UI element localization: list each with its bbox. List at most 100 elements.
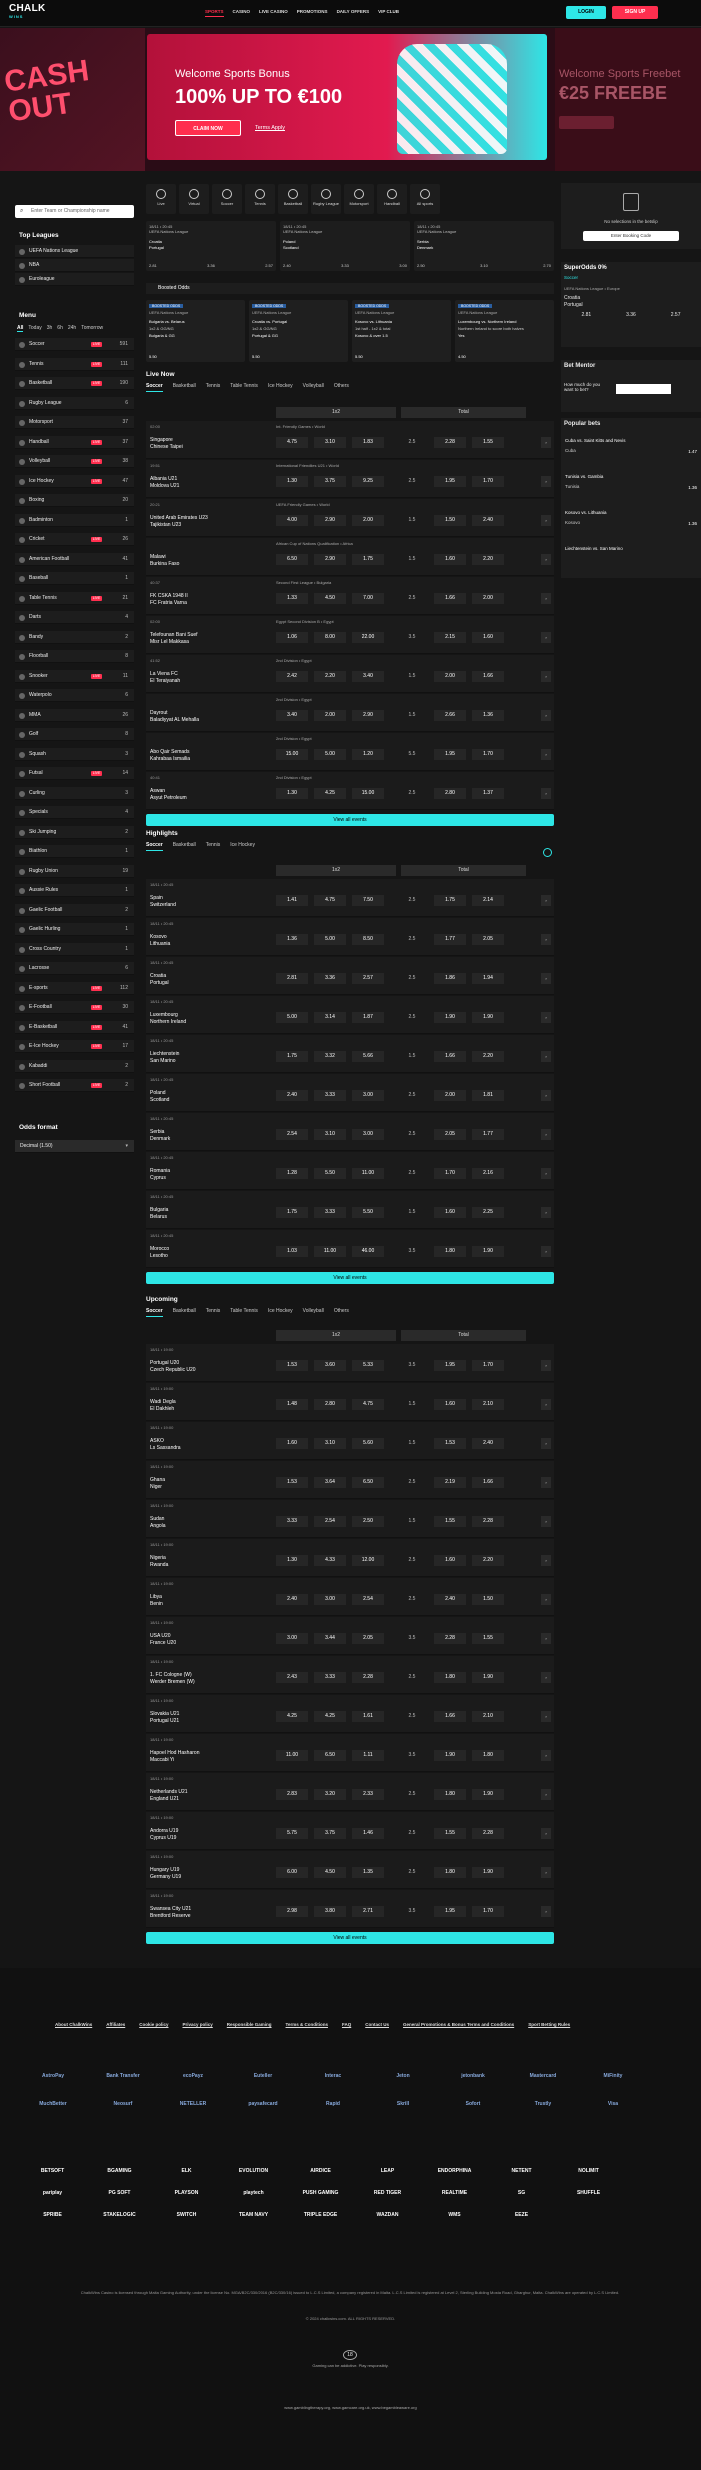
more-markets-button[interactable]: › bbox=[541, 1593, 551, 1605]
odd-button[interactable]: 3.80 bbox=[314, 1905, 346, 1917]
more-markets-button[interactable]: › bbox=[541, 972, 551, 984]
odd-button[interactable]: 1.55 bbox=[434, 1827, 466, 1839]
odd-button[interactable]: 2.40 bbox=[472, 514, 504, 526]
sport-link[interactable]: Basketball bbox=[278, 184, 308, 214]
odd-button[interactable]: 5.00 bbox=[314, 933, 346, 945]
odd-button[interactable]: 4.00 bbox=[276, 514, 308, 526]
terms-apply-link[interactable]: Terms Apply bbox=[255, 120, 285, 136]
odd-button[interactable]: 2.15 bbox=[434, 631, 466, 643]
odd-button[interactable]: 2.20 bbox=[472, 553, 504, 565]
event-row[interactable]: 19:51 International Friendlies U21 • Worl… bbox=[146, 460, 554, 498]
odd-button[interactable]: 3.10 bbox=[314, 436, 346, 448]
event-row[interactable]: 20:21 UEFA Friendly Games • World United A… bbox=[146, 499, 554, 537]
featured-match-card[interactable]: 18/11 • 20:45 UEFA Nations League Croatia P… bbox=[146, 221, 276, 271]
odd-button[interactable]: 1.90 bbox=[472, 1245, 504, 1257]
odd-button[interactable]: 1.61 bbox=[352, 1710, 384, 1722]
odd-button[interactable]: 4.33 bbox=[314, 1554, 346, 1566]
boosted-odd[interactable]: 5.50 bbox=[355, 354, 363, 359]
footer-link[interactable]: FAQ bbox=[342, 2022, 351, 2027]
search-input[interactable]: ⌕ Enter Team or Championship name bbox=[15, 205, 134, 218]
odd-button[interactable]: 8.00 bbox=[314, 631, 346, 643]
sidebar-item[interactable]: Specials 4 bbox=[15, 806, 134, 819]
odd-button[interactable]: 5.66 bbox=[352, 1050, 384, 1062]
featured-match-card[interactable]: 18/11 • 20:45 UEFA Nations League Poland Sc… bbox=[280, 221, 410, 271]
market-select-1x2[interactable]: 1x2 bbox=[276, 1330, 396, 1341]
odd-button[interactable]: 2.20 bbox=[314, 670, 346, 682]
odd-button[interactable]: 1.66 bbox=[434, 592, 466, 604]
superodds-odd[interactable]: 3.36 bbox=[626, 312, 636, 318]
odd-button[interactable]: 3.75 bbox=[314, 1827, 346, 1839]
more-markets-button[interactable]: › bbox=[541, 1206, 551, 1218]
more-markets-button[interactable]: › bbox=[541, 514, 551, 526]
odd-button[interactable]: 3.33 bbox=[314, 1206, 346, 1218]
more-markets-button[interactable]: › bbox=[541, 894, 551, 906]
odd-button[interactable]: 2.05 bbox=[434, 1128, 466, 1140]
odd-button[interactable]: 1.66 bbox=[434, 1710, 466, 1722]
odd-button[interactable]: 3.64 bbox=[314, 1476, 346, 1488]
odd-button[interactable]: 2.16 bbox=[472, 1167, 504, 1179]
view-all-events-button[interactable]: View all events bbox=[146, 1272, 554, 1284]
odd-button[interactable]: 5.00 bbox=[276, 1011, 308, 1023]
odd-button[interactable]: 2.80 bbox=[314, 1398, 346, 1410]
chalkwins-logo[interactable]: CHALK WINS bbox=[9, 4, 46, 21]
tab-volleyball[interactable]: Volleyball bbox=[303, 1308, 324, 1317]
odd-button[interactable]: 3.10 bbox=[314, 1128, 346, 1140]
odd-button[interactable]: 1.66 bbox=[472, 670, 504, 682]
more-markets-button[interactable]: › bbox=[541, 1398, 551, 1410]
odd-button[interactable]: 1.90 bbox=[434, 1749, 466, 1761]
more-markets-button[interactable]: › bbox=[541, 1749, 551, 1761]
sidebar-item[interactable]: Boxing 20 bbox=[15, 494, 134, 507]
odd-button[interactable]: 3.00 bbox=[276, 1632, 308, 1644]
filter-tomorrow[interactable]: Tomorrow bbox=[81, 325, 103, 332]
tab-tennis[interactable]: Tennis bbox=[206, 842, 220, 851]
odd-button[interactable]: 2.80 bbox=[434, 787, 466, 799]
odd-button[interactable]: 1.70 bbox=[472, 748, 504, 760]
sidebar-item[interactable]: MMA 26 bbox=[15, 708, 134, 722]
odd-button[interactable]: 2.57 bbox=[265, 263, 273, 268]
popular-bet-item[interactable]: Tunisia vs. Gambia Tunisia 1.36 bbox=[565, 474, 697, 490]
event-row[interactable]: 18/11 • 20:45 Poland Scotland 2.40 3.33 3.00 2… bbox=[146, 1074, 554, 1112]
odd-button[interactable]: 2.70 bbox=[543, 263, 551, 268]
odd-button[interactable]: 2.28 bbox=[434, 1632, 466, 1644]
login-button[interactable]: LOGIN bbox=[566, 6, 606, 19]
odd-button[interactable]: 2.50 bbox=[417, 263, 425, 268]
odd-button[interactable]: 1.41 bbox=[276, 894, 308, 906]
event-row[interactable]: 18/11 • 20:45 Morocco Lesotho 1.03 11.00 46.0… bbox=[146, 1230, 554, 1268]
tab-basketball[interactable]: Basketball bbox=[173, 842, 196, 851]
sidebar-item[interactable]: Ski Jumping 2 bbox=[15, 825, 134, 839]
odd-button[interactable]: 3.36 bbox=[314, 972, 346, 984]
odd-button[interactable]: 3.32 bbox=[314, 1050, 346, 1062]
market-select-total[interactable]: Total bbox=[401, 407, 526, 418]
odd-button[interactable]: 3.40 bbox=[352, 670, 384, 682]
odd-button[interactable]: 3.10 bbox=[314, 1437, 346, 1449]
sidebar-item[interactable]: E-Ice Hockey LIVE 17 bbox=[15, 1040, 134, 1053]
odd-button[interactable]: 1.55 bbox=[472, 1632, 504, 1644]
tab-others[interactable]: Others bbox=[334, 1308, 349, 1317]
sport-link[interactable]: Rugby League bbox=[311, 184, 341, 214]
sidebar-item[interactable]: Rugby League 6 bbox=[15, 396, 134, 410]
odd-button[interactable]: 4.25 bbox=[314, 1710, 346, 1722]
odd-button[interactable]: 1.94 bbox=[472, 972, 504, 984]
odd-button[interactable]: 1.30 bbox=[276, 787, 308, 799]
more-markets-button[interactable]: › bbox=[541, 553, 551, 565]
odd-button[interactable]: 1.80 bbox=[472, 1749, 504, 1761]
tab-others[interactable]: Others bbox=[334, 383, 349, 392]
odd-button[interactable]: 1.70 bbox=[472, 475, 504, 487]
odd-button[interactable]: 1.80 bbox=[434, 1671, 466, 1683]
event-row[interactable]: African Cup of Nations Qualification • A… bbox=[146, 538, 554, 576]
odd-button[interactable]: 1.50 bbox=[434, 514, 466, 526]
odd-button[interactable]: 1.77 bbox=[472, 1128, 504, 1140]
odd-button[interactable]: 3.60 bbox=[314, 1359, 346, 1371]
odd-button[interactable]: 2.40 bbox=[276, 1089, 308, 1101]
more-markets-button[interactable]: › bbox=[541, 1011, 551, 1023]
sidebar-item[interactable]: Golf 8 bbox=[15, 728, 134, 741]
event-row[interactable]: 18/11 • 20:45 Spain Switzerland 1.41 4.75 7.5… bbox=[146, 879, 554, 917]
sport-link[interactable]: All sports bbox=[410, 184, 440, 214]
odd-button[interactable]: 1.86 bbox=[434, 972, 466, 984]
event-row[interactable]: 18/11 • 20:45 Romania Cyprus 1.28 5.50 11.00 2… bbox=[146, 1152, 554, 1190]
event-row[interactable]: 18/11 • 19:00 Ghana Niger 1.53 3.64 6.50 2.5 2.… bbox=[146, 1461, 554, 1499]
odd-button[interactable]: 2.40 bbox=[276, 1593, 308, 1605]
odd-button[interactable]: 8.50 bbox=[352, 933, 384, 945]
event-row[interactable]: 18/11 • 19:00 USA U20 France U20 3.00 3.44 2.… bbox=[146, 1617, 554, 1655]
tab-tennis[interactable]: Tennis bbox=[206, 383, 220, 392]
